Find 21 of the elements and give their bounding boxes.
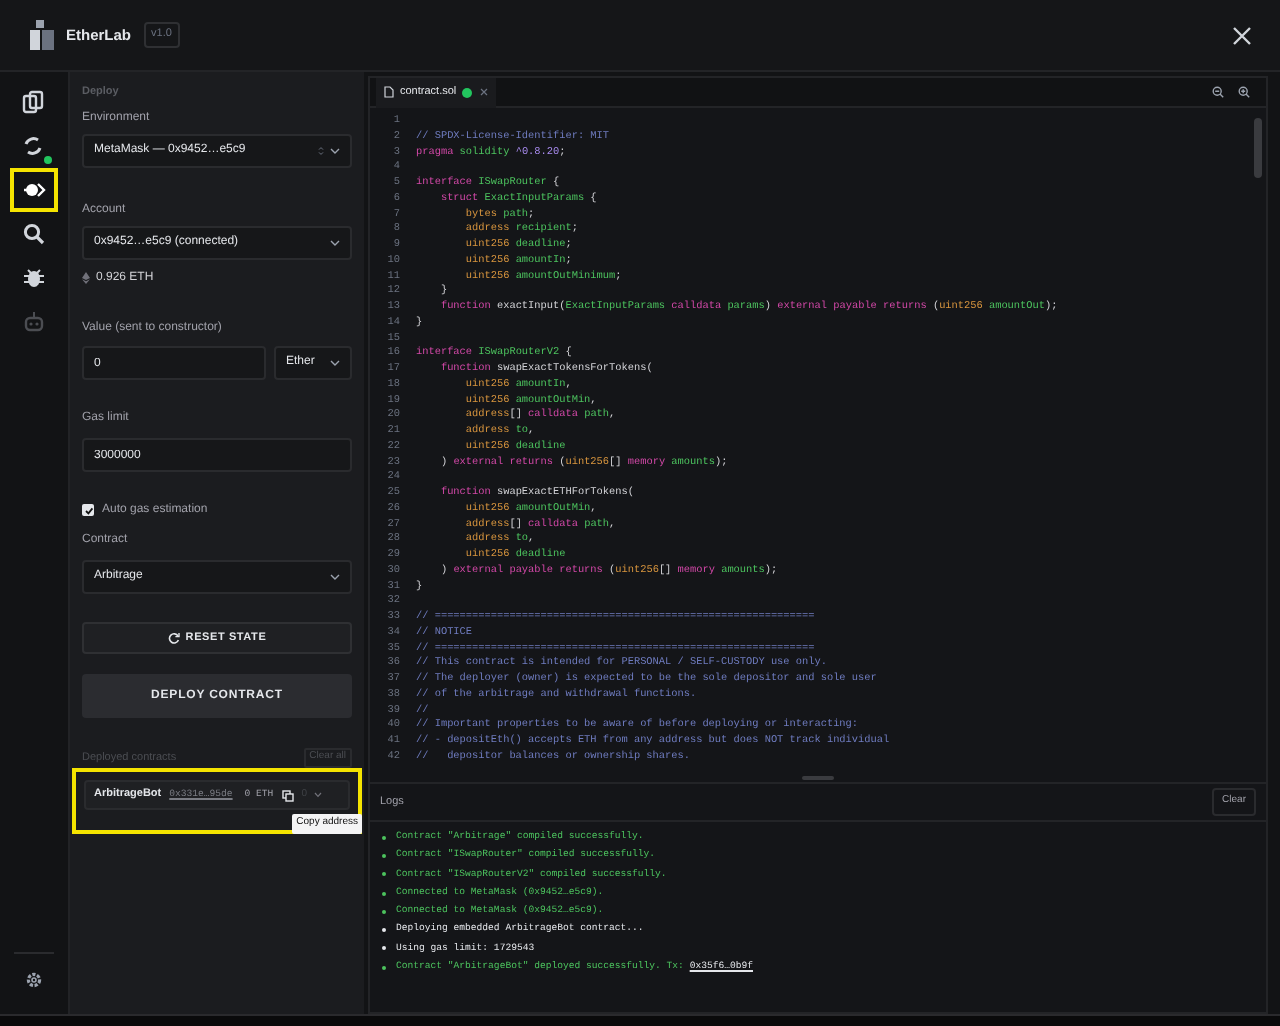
caret-icon (330, 240, 340, 246)
copy-icon[interactable] (281, 789, 294, 801)
checkbox[interactable] (82, 504, 94, 516)
file-icon (384, 86, 394, 98)
ethereum-icon (82, 272, 90, 284)
files-icon[interactable] (22, 90, 46, 114)
zoom-in-icon[interactable] (1238, 86, 1250, 98)
scrollbar[interactable] (1254, 118, 1262, 178)
deploy-icon[interactable] (22, 178, 46, 202)
caret-icon[interactable] (314, 792, 323, 798)
refresh-icon (167, 632, 180, 644)
caret-icon (330, 360, 340, 366)
caret-icon (330, 574, 340, 580)
bug-icon[interactable] (22, 266, 46, 290)
search-icon[interactable] (22, 222, 46, 246)
zoom-out-icon[interactable] (1212, 86, 1224, 98)
settings-icon[interactable] (24, 970, 44, 990)
sync-icon[interactable] (22, 134, 46, 158)
caret-icon (330, 148, 340, 154)
logo-icon (28, 19, 56, 51)
sort-icon (318, 146, 324, 156)
